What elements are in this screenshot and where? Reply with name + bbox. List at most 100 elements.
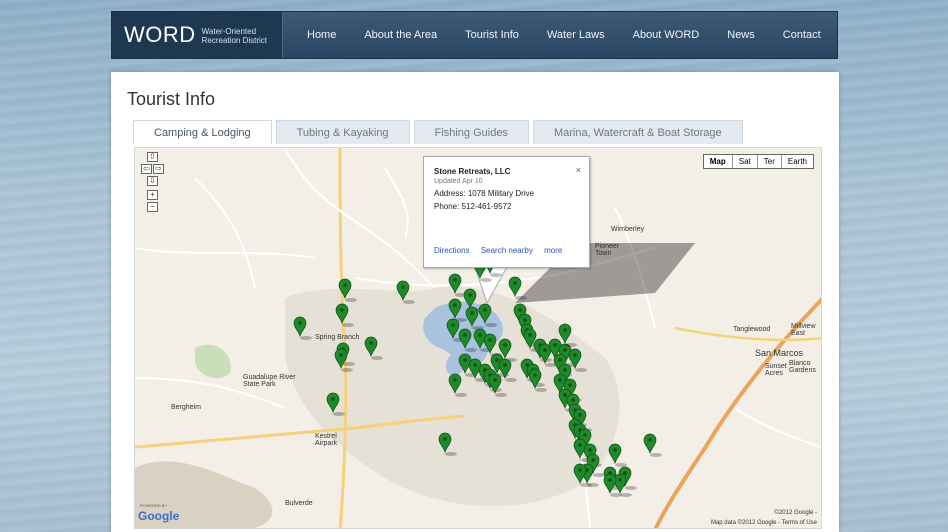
map-marker-dot [518, 308, 522, 312]
map-marker-dot [553, 343, 557, 347]
map-marker-dot [483, 308, 487, 312]
map-marker-dot [623, 471, 627, 475]
info-window: Stone Retreats, LLC Updated Apr 10 Addre… [423, 156, 590, 268]
logo-word: WORD [124, 22, 196, 47]
map-marker-dot [573, 353, 577, 357]
info-window-title: Stone Retreats, LLC [434, 167, 511, 176]
label-blanco-gardens: Blanco Gardens [789, 360, 816, 374]
map-type-sat[interactable]: Sat [733, 155, 758, 168]
map-marker[interactable] [643, 433, 657, 455]
copyright-2012: ©2012 Google - [774, 510, 817, 516]
map-marker-dot [513, 281, 517, 285]
nav-water-laws[interactable]: Water Laws [533, 29, 619, 41]
map-marker-dot [591, 458, 595, 462]
map-marker-shadow [371, 356, 383, 360]
pan-down-button[interactable]: ⇩ [147, 176, 158, 186]
map-marker-dot [583, 433, 587, 437]
logo-tagline: Water-Oriented Recreation District [202, 27, 267, 45]
address-label: Address: [434, 189, 466, 198]
map-marker[interactable] [508, 276, 522, 298]
nav-about-word[interactable]: About WORD [619, 29, 714, 41]
tab-camping-lodging[interactable]: Camping & Lodging [133, 120, 272, 144]
pan-right-button[interactable]: ⇨ [153, 164, 164, 174]
tab-fishing-guides[interactable]: Fishing Guides [413, 120, 529, 144]
map-marker-dot [478, 333, 482, 337]
nav-contact[interactable]: Contact [769, 29, 835, 41]
search-nearby-link[interactable]: Search nearby [481, 246, 533, 255]
map-marker-dot [558, 358, 562, 362]
map-marker-dot [543, 348, 547, 352]
map-marker-shadow [465, 348, 477, 352]
farm-road-6 [734, 407, 821, 449]
tab-tubing-kayaking[interactable]: Tubing & Kayaking [275, 120, 410, 144]
nav-news[interactable]: News [713, 29, 769, 41]
map-type-map[interactable]: Map [704, 155, 733, 168]
address-value: 1078 Military Drive [467, 189, 535, 198]
phone-value: 512-461-9572 [461, 202, 512, 211]
nav-tourist-info[interactable]: Tourist Info [451, 29, 533, 41]
map-marker-dot [523, 318, 527, 322]
map-marker-dot [618, 478, 622, 482]
map-marker-dot [331, 397, 335, 401]
map-marker[interactable] [608, 443, 622, 465]
map-type-earth[interactable]: Earth [782, 155, 813, 168]
tab-marina-watercraft[interactable]: Marina, Watercraft & Boat Storage [532, 120, 743, 144]
map-marker-dot [369, 341, 373, 345]
map-marker-dot [463, 358, 467, 362]
google-map[interactable]: ⇧ ⇦ ⇨ ⇩ + − Map Sat Ter Earth Spring Bra… [134, 147, 822, 529]
map-marker-dot [533, 373, 537, 377]
close-icon[interactable]: × [576, 165, 581, 175]
map-marker-dot [503, 343, 507, 347]
more-link[interactable]: more [544, 246, 562, 255]
label-guadalupe: Guadalupe River State Park [243, 374, 296, 388]
google-logo[interactable]: Google [138, 509, 179, 523]
directions-link[interactable]: Directions [434, 246, 470, 255]
map-marker-dot [339, 353, 343, 357]
map-marker-shadow [490, 273, 502, 277]
map-marker-dot [488, 338, 492, 342]
map-marker-shadow [480, 278, 492, 282]
pan-left-button[interactable]: ⇦ [141, 164, 152, 174]
content-card: Tourist Info Camping & Lodging Tubing & … [111, 72, 839, 532]
zoom-out-button[interactable]: − [147, 202, 158, 212]
map-marker-shadow [445, 452, 457, 456]
map-marker-dot [578, 443, 582, 447]
map-marker-dot [401, 285, 405, 289]
map-marker-dot [340, 308, 344, 312]
logo-tagline-line1: Water-Oriented [201, 27, 257, 36]
label-tanglewood: Tanglewood [733, 326, 771, 333]
map-marker-dot [470, 311, 474, 315]
map-marker-shadow [615, 463, 627, 467]
map-marker-dot [578, 468, 582, 472]
map-marker-dot [298, 321, 302, 325]
info-window-phone: Phone: 512-461-9572 [434, 202, 579, 211]
map-marker-dot [453, 278, 457, 282]
zoom-in-button[interactable]: + [147, 190, 158, 200]
map-marker[interactable] [603, 473, 617, 495]
map-marker-dot [563, 348, 567, 352]
map-marker-dot [463, 333, 467, 337]
map-marker-dot [563, 393, 567, 397]
map-marker-shadow [403, 300, 415, 304]
site-logo[interactable]: WORD Water-Oriented Recreation District [112, 12, 283, 58]
nav-home[interactable]: Home [293, 29, 350, 41]
map-marker-shadow [515, 296, 527, 300]
label-spring-branch: Spring Branch [315, 334, 360, 341]
map-marker-dot [473, 363, 477, 367]
info-window-links: Directions Search nearby more [434, 246, 571, 255]
info-window-updated: Updated Apr 10 [434, 178, 483, 185]
pan-up-button[interactable]: ⇧ [147, 152, 158, 162]
google-powered-label: POWERED BY [140, 503, 168, 508]
logo-tagline-line2: Recreation District [201, 36, 268, 45]
map-marker[interactable] [613, 473, 627, 495]
state-park-area [195, 344, 231, 379]
map-marker-shadow [343, 362, 355, 366]
map-marker-dot [453, 303, 457, 307]
map-marker-dot [571, 398, 575, 402]
map-marker-shadow [495, 393, 507, 397]
nav-about-area[interactable]: About the Area [350, 29, 451, 41]
map-marker-shadow [593, 473, 605, 477]
copyright-notice[interactable]: Map data ©2012 Google - Terms of Use [711, 520, 817, 526]
farm-road-1 [284, 148, 436, 289]
map-type-ter[interactable]: Ter [758, 155, 782, 168]
